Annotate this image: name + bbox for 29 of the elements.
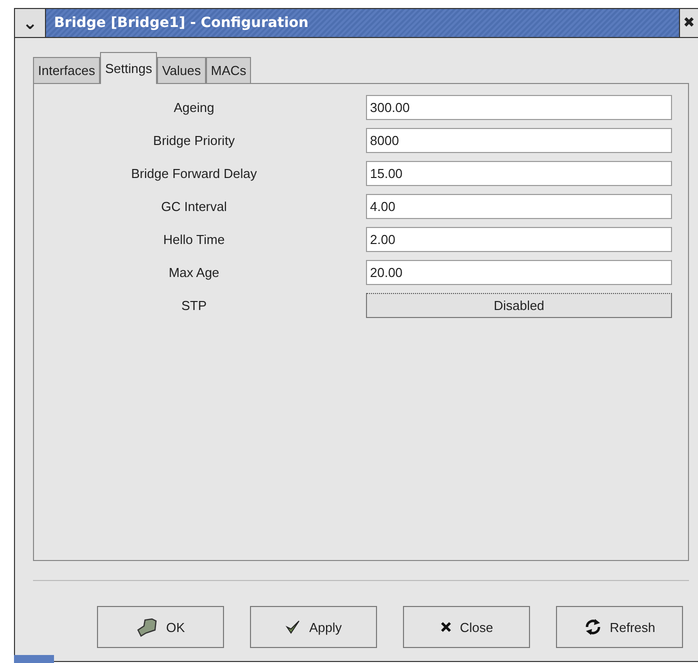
field-label: Bridge Forward Delay — [130, 166, 258, 181]
ok-button[interactable]: OK — [97, 606, 224, 648]
apply-button[interactable]: Apply — [250, 606, 377, 648]
refresh-icon — [584, 618, 602, 636]
close-button[interactable]: Close — [403, 606, 530, 648]
tab[interactable]: Interfaces — [33, 57, 100, 83]
input-field[interactable]: 4.00 — [366, 194, 672, 219]
input-field[interactable]: 20.00 — [366, 260, 672, 285]
field-label: GC Interval — [160, 199, 228, 214]
taskbar-strip — [14, 655, 54, 663]
toggle-button[interactable]: Disabled — [366, 293, 672, 318]
field-label: Hello Time — [162, 232, 226, 247]
input-field[interactable]: 15.00 — [366, 161, 672, 186]
tab[interactable]: MACs — [206, 57, 252, 83]
field-label: STP — [180, 298, 208, 313]
tab[interactable]: Settings — [100, 52, 158, 84]
close-button[interactable]: ✖ — [680, 9, 698, 37]
field-label: Ageing — [172, 100, 216, 115]
field-label: Max Age — [168, 265, 220, 280]
input-field[interactable]: 300.00 — [366, 95, 672, 120]
refresh-button[interactable]: Refresh — [556, 606, 683, 648]
tab[interactable]: Values — [157, 57, 206, 83]
window-menu-button[interactable]: ⌄ — [15, 9, 45, 37]
field-label: Bridge Priority — [152, 133, 236, 148]
close-icon — [440, 621, 452, 633]
checkmark-icon — [285, 619, 302, 635]
window-title: Bridge [Bridge1] - Configuration — [45, 9, 680, 37]
input-field[interactable]: 8000 — [366, 128, 672, 153]
input-field[interactable]: 2.00 — [366, 227, 672, 252]
